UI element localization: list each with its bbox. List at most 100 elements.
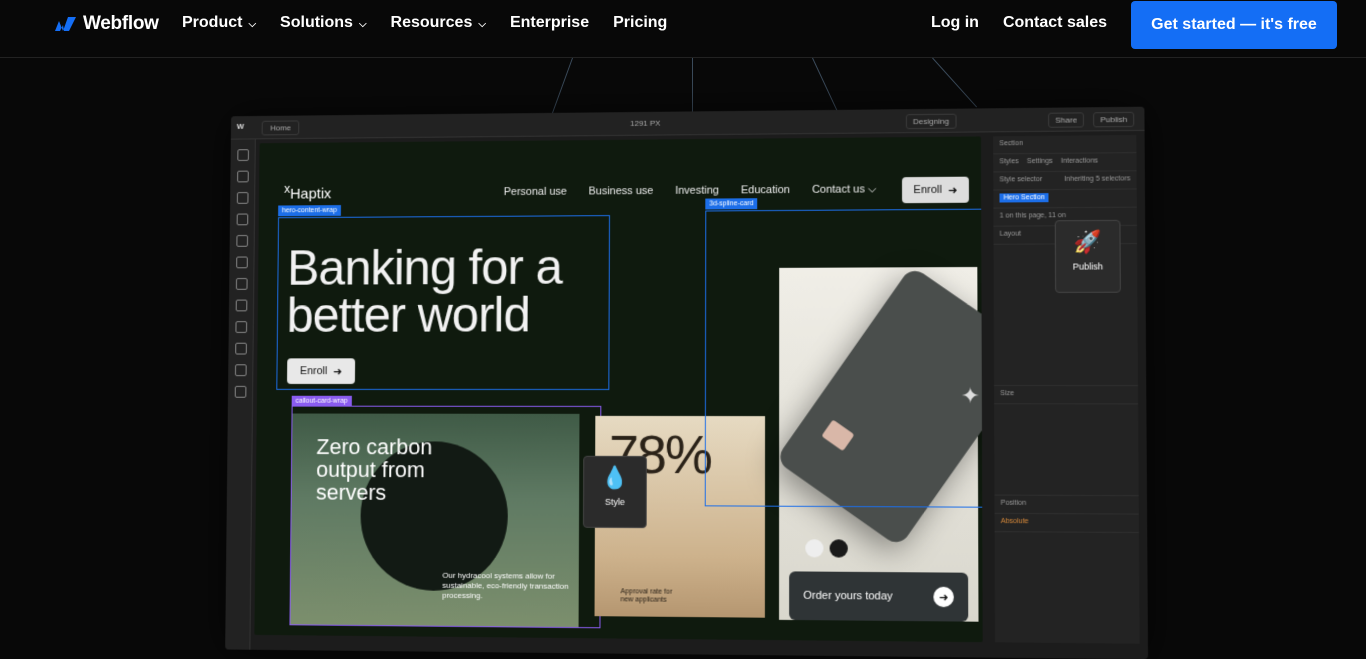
- nav-enterprise[interactable]: Enterprise: [510, 14, 589, 32]
- mode-dropdown[interactable]: Designing: [905, 113, 957, 130]
- nav-product-label: Product: [182, 14, 243, 31]
- variables-icon[interactable]: [235, 256, 248, 269]
- webflow-logo[interactable]: Webflow: [49, 13, 159, 35]
- stat-caption-line2: new applicants: [620, 596, 667, 604]
- spline-selection-tag: 3d-spline-card: [705, 198, 758, 210]
- tab-styles[interactable]: Styles: [999, 158, 1018, 167]
- assets-icon[interactable]: [235, 278, 248, 290]
- callout-selection-tag: callout-card-wrap: [291, 395, 352, 407]
- style-selector-label: Style selector: [999, 176, 1043, 184]
- nav-solutions[interactable]: Solutions ⌵: [280, 14, 366, 32]
- decorative-line: [932, 57, 978, 108]
- site-nav-education[interactable]: Education: [741, 184, 790, 197]
- arrow-right-icon: ➜: [948, 184, 958, 197]
- publish-button[interactable]: Publish: [1093, 111, 1135, 128]
- styles-icon[interactable]: [235, 235, 248, 247]
- chevron-down-icon: ⌵: [867, 183, 877, 196]
- order-card-button[interactable]: Order yours today ➜: [789, 571, 969, 622]
- style-selector-row: Style selector Inheriting 5 selectors: [993, 171, 1137, 191]
- page-tab[interactable]: Home: [261, 120, 300, 136]
- users-icon[interactable]: [234, 342, 247, 355]
- hero-enroll-button[interactable]: Enroll ➜: [287, 358, 356, 384]
- publish-popup[interactable]: 🚀 Publish: [1054, 219, 1121, 293]
- decorative-line: [692, 58, 693, 116]
- site-nav-contact-label: Contact us: [811, 183, 865, 196]
- nav-resources-label: Resources: [390, 14, 473, 31]
- haptix-logo-text: Haptix: [290, 185, 332, 203]
- swatch-dark[interactable]: [829, 539, 848, 558]
- position-select[interactable]: Absolute: [1001, 518, 1029, 525]
- contact-sales-link[interactable]: Contact sales: [1003, 14, 1107, 32]
- cms-icon[interactable]: [235, 299, 247, 312]
- pages-icon[interactable]: [236, 170, 249, 183]
- decorative-line: [812, 57, 840, 115]
- arrow-right-icon: ➜: [933, 586, 954, 608]
- stat-caption: Approval rate for new applicants: [620, 588, 672, 605]
- inheriting-label: Inheriting 5 selectors: [1064, 175, 1131, 183]
- nav-right: Log in Contact sales: [931, 14, 1107, 32]
- tab-interactions[interactable]: Interactions: [1061, 157, 1098, 166]
- size-fields: [994, 404, 1139, 497]
- position-row: Absolute: [994, 513, 1139, 533]
- hero-title-line2: better world: [286, 286, 530, 343]
- login-link[interactable]: Log in: [931, 14, 979, 32]
- site-enroll-button[interactable]: Enroll ➜: [901, 176, 969, 204]
- site-nav-contact[interactable]: Contact us ⌵: [812, 183, 876, 196]
- order-label: Order yours today: [803, 589, 893, 603]
- site-nav-personal[interactable]: Personal use: [504, 186, 567, 199]
- size-header: Size: [994, 386, 1139, 405]
- top-navigation: Webflow Product ⌵ Solutions ⌵ Resources ⌵ E…: [0, 0, 1366, 58]
- apps-icon[interactable]: [234, 385, 246, 398]
- designer-canvas[interactable]: xHaptix Personal use Business use Invest…: [254, 136, 983, 643]
- color-swatches: [805, 539, 848, 558]
- style-popup-label: Style: [604, 496, 625, 507]
- designer-topbar: W Home 1291 PX Designing Share Publish: [230, 106, 1145, 140]
- arrow-right-icon: ➜: [333, 365, 343, 378]
- callout-selection-box: [289, 405, 602, 629]
- site-enroll-label: Enroll: [913, 183, 942, 197]
- panel-element-name: Section: [993, 134, 1137, 155]
- webflow-small-logo-icon: W: [236, 121, 245, 131]
- droplets-icon: 💧: [601, 464, 629, 490]
- hero-title: Banking for a better world: [286, 239, 563, 343]
- hero-title-line1: Banking for a: [286, 239, 563, 296]
- webflow-logo-icon: [50, 17, 76, 31]
- nav-product[interactable]: Product ⌵: [182, 14, 256, 32]
- designer-left-toolbar: [225, 139, 256, 650]
- style-popup[interactable]: 💧 Style: [582, 455, 647, 529]
- class-chip[interactable]: Hero Section: [999, 193, 1049, 203]
- nav-pricing-label: Pricing: [613, 14, 668, 31]
- ecommerce-icon[interactable]: [234, 364, 247, 377]
- chevron-down-icon: ⌵: [248, 18, 257, 30]
- chevron-down-icon: ⌵: [478, 18, 486, 30]
- width-readout: 1291 PX: [630, 118, 661, 128]
- get-started-button[interactable]: Get started — it's free: [1131, 1, 1337, 49]
- nav-solutions-label: Solutions: [280, 14, 353, 31]
- rocket-icon: 🚀: [1073, 229, 1102, 255]
- chevron-down-icon: ⌵: [358, 18, 367, 30]
- components-icon[interactable]: [236, 213, 248, 226]
- swatch-light[interactable]: [805, 539, 824, 558]
- nav-enterprise-label: Enterprise: [509, 14, 590, 31]
- nav-resources[interactable]: Resources ⌵: [391, 14, 486, 32]
- site-nav: Personal use Business use Investing Educ…: [504, 183, 877, 199]
- logic-icon[interactable]: [234, 321, 247, 333]
- spline-selection-box: [704, 208, 983, 508]
- class-chip-row: Hero Section: [993, 189, 1137, 209]
- hero-enroll-label: Enroll: [299, 365, 328, 378]
- hero-selection-tag: hero-content-wrap: [278, 205, 341, 217]
- nav-pricing[interactable]: Pricing: [613, 14, 667, 32]
- main-menu: Product ⌵ Solutions ⌵ Resources ⌵ Enterpris…: [182, 14, 667, 32]
- designer-preview: W Home 1291 PX Designing Share Publish x…: [225, 106, 1149, 659]
- haptix-logo[interactable]: xHaptix: [284, 182, 331, 203]
- site-nav-business[interactable]: Business use: [589, 185, 654, 198]
- navigator-icon[interactable]: [236, 192, 249, 204]
- add-icon[interactable]: [236, 149, 249, 161]
- tab-settings[interactable]: Settings: [1027, 158, 1053, 167]
- share-button[interactable]: Share: [1048, 112, 1085, 128]
- position-header: Position: [994, 495, 1139, 515]
- brand-name: Webflow: [83, 13, 159, 34]
- publish-popup-label: Publish: [1072, 261, 1104, 272]
- decorative-line: [551, 57, 573, 115]
- site-nav-investing[interactable]: Investing: [675, 185, 719, 198]
